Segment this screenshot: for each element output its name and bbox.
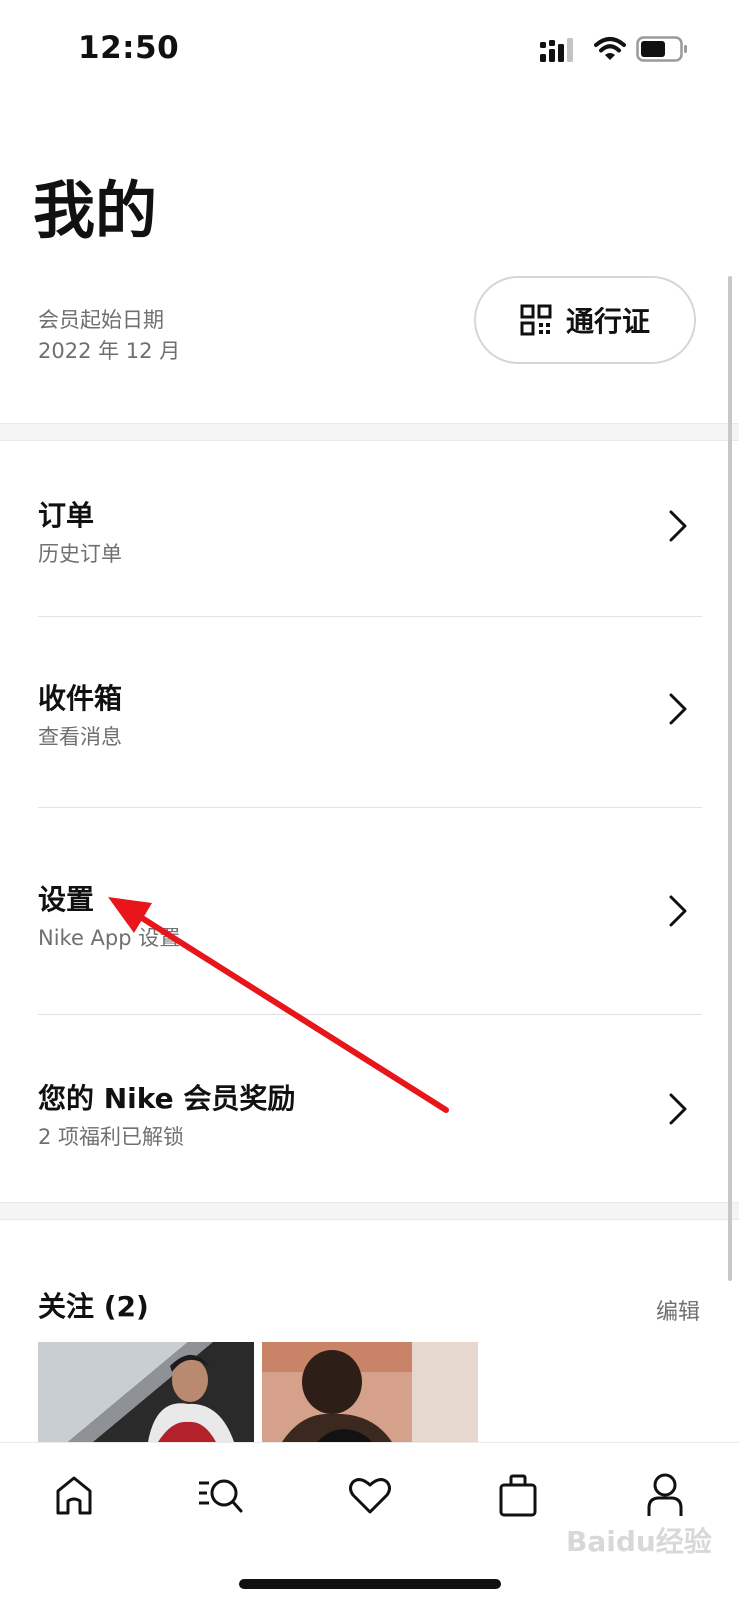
section-divider [0,1202,739,1220]
scrollbar[interactable] [728,276,732,1281]
section-divider [0,423,739,441]
following-card[interactable] [262,1342,478,1442]
chevron-right-icon [669,510,687,542]
battery-icon [636,36,687,62]
home-icon [56,1476,92,1515]
bag-icon [499,1474,537,1517]
status-time: 12:50 [78,30,180,66]
menu-item-title: 收件箱 [38,682,123,715]
chevron-right-icon [669,895,687,927]
chevron-right-icon [669,1093,687,1125]
menu-item-subtitle: Nike App 设置 [38,926,181,950]
menu-item-subtitle: 查看消息 [38,725,122,749]
menu-item-title: 您的 Nike 会员奖励 [38,1082,296,1115]
qr-code-icon [520,304,552,336]
nav-home[interactable] [49,1470,99,1520]
nav-bag[interactable] [493,1470,543,1520]
chevron-right-icon [669,693,687,725]
edit-button[interactable]: 编辑 [656,1294,700,1326]
home-indicator [239,1579,501,1589]
following-card[interactable] [38,1342,254,1442]
member-since-date: 2022 年 12 月 [38,339,181,363]
status-bar: 12:50 [0,0,739,100]
baidu-watermark-logo: Baidu经验 [566,1525,712,1558]
pass-button-label: 通行证 [565,305,650,338]
menu-item-title: 订单 [38,499,95,532]
menu-item-subtitle: 历史订单 [38,542,122,566]
signal-icon [540,38,573,62]
search-icon [199,1479,243,1513]
menu-item-subtitle: 2 项福利已解锁 [38,1125,185,1149]
menu-item-inbox[interactable]: 收件箱 查看消息 [0,617,739,807]
profile-icon [647,1473,683,1516]
nav-shop[interactable] [196,1470,246,1520]
nav-profile[interactable] [640,1470,690,1520]
menu-item-member-rewards[interactable]: 您的 Nike 会员奖励 2 项福利已解锁 [0,1015,739,1201]
following-image [38,1342,254,1442]
heart-icon [349,1478,391,1514]
following-title: 关注 (2) [38,1290,149,1323]
menu-item-title: 设置 [38,883,95,916]
menu-item-orders[interactable]: 订单 历史订单 [0,442,739,616]
menu-item-settings[interactable]: 设置 Nike App 设置 [0,808,739,1014]
wifi-icon [594,37,626,60]
member-since-label: 会员起始日期 [38,308,164,332]
nav-favorites[interactable] [345,1470,395,1520]
pass-button[interactable]: 通行证 [474,276,696,364]
following-image [262,1342,478,1442]
page-title: 我的 [33,174,158,247]
